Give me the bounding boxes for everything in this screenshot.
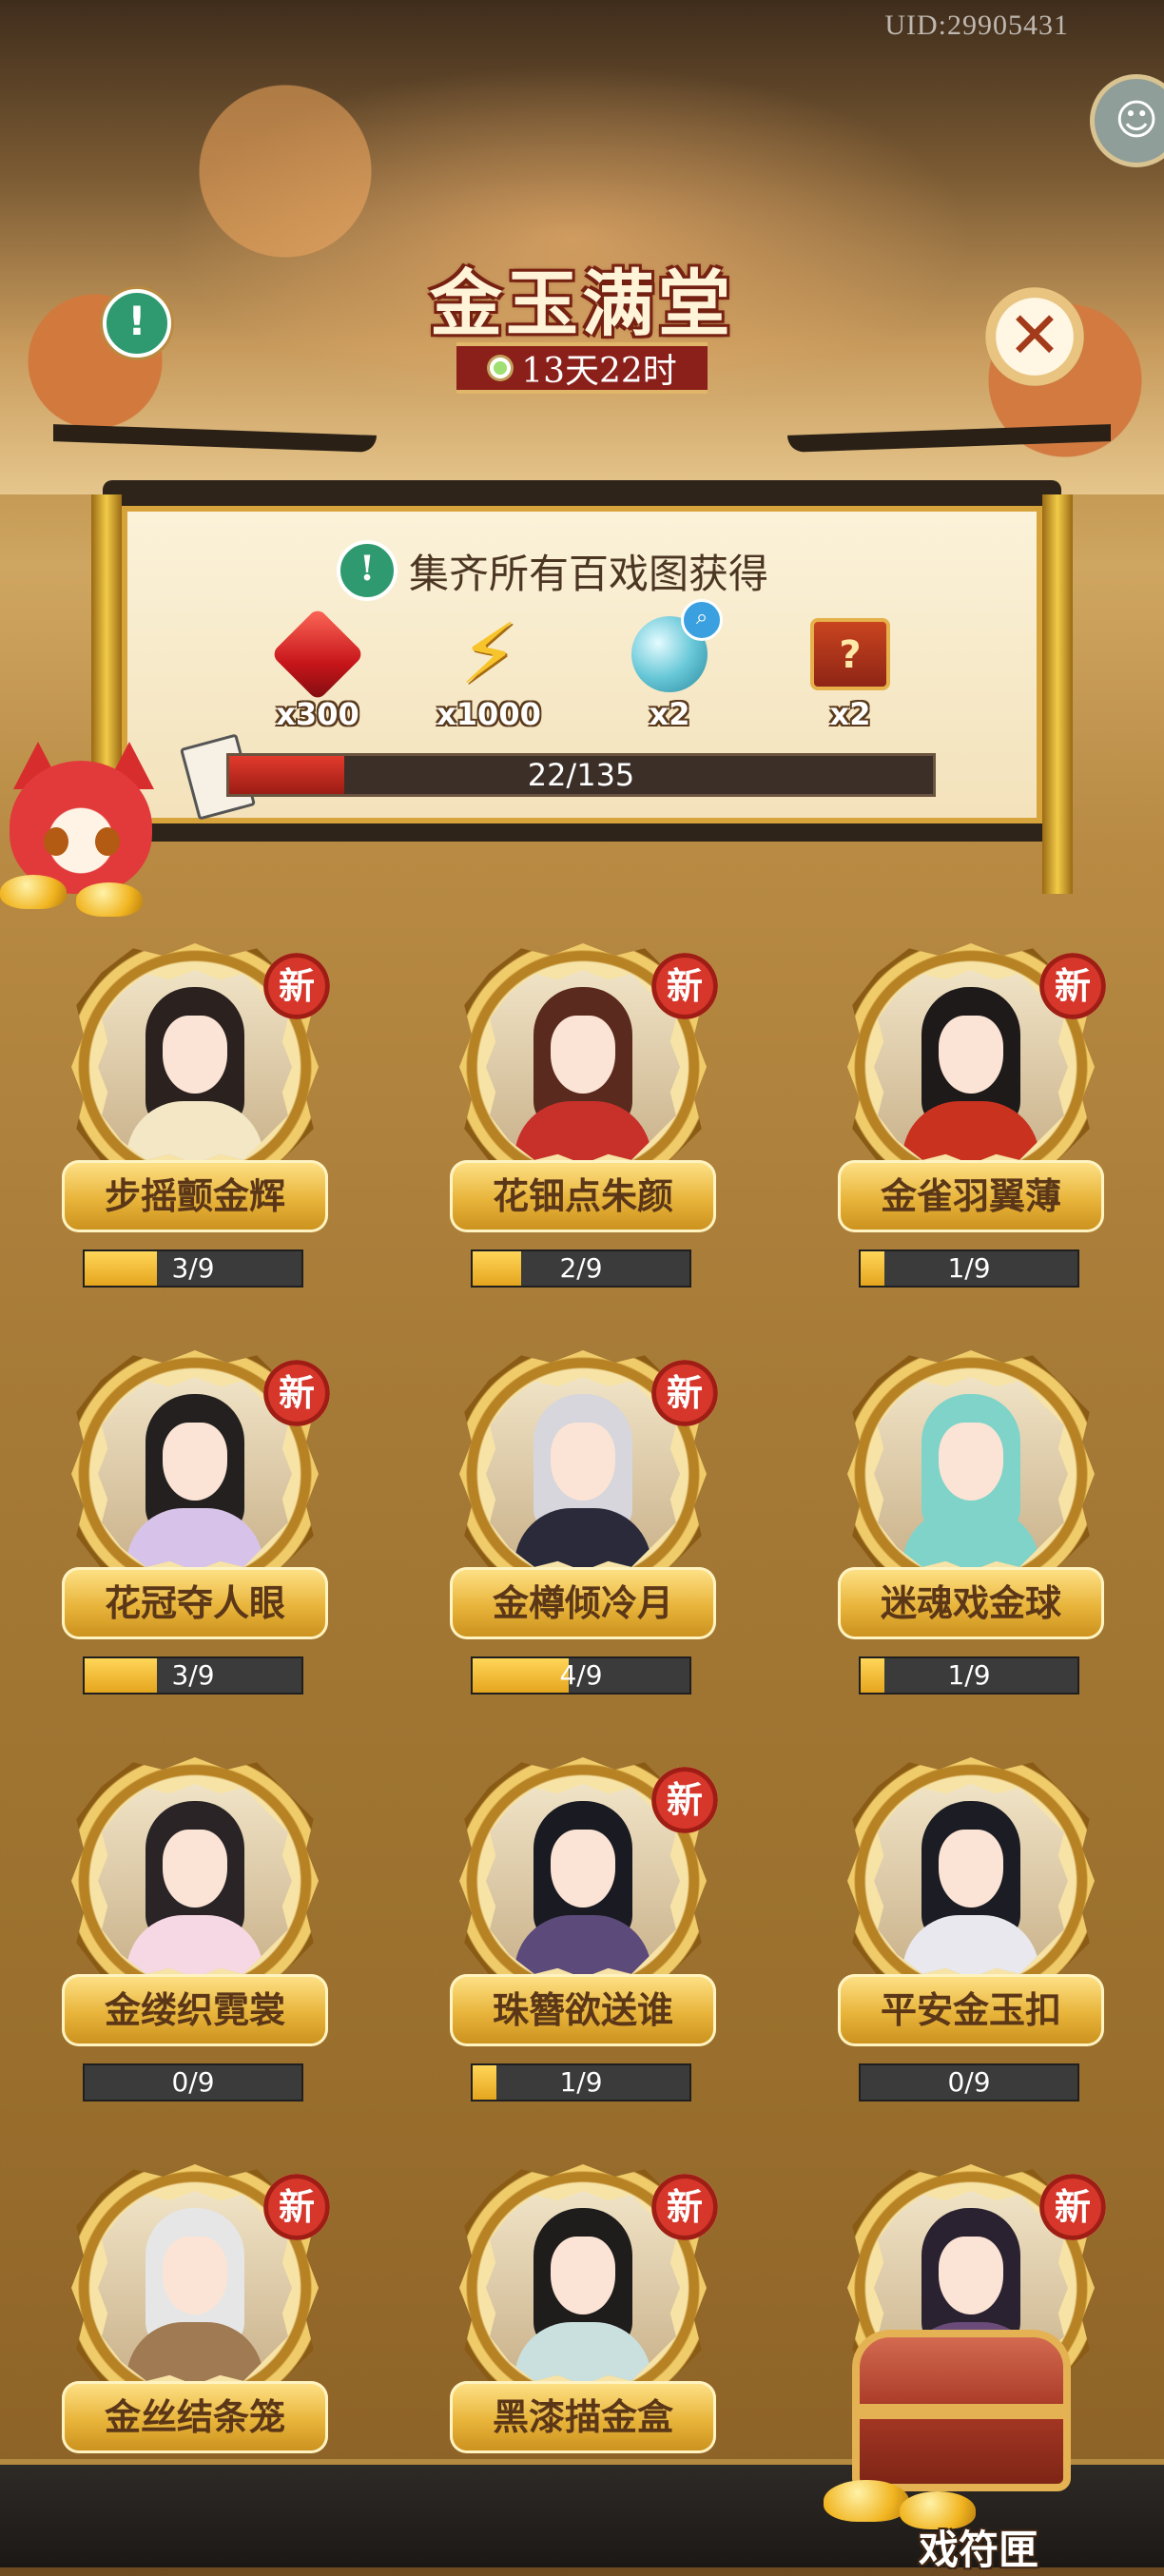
fox-mascot: [0, 742, 190, 917]
collection-progress-text: 22/135: [527, 757, 635, 793]
card-progress-text: 0/9: [171, 2066, 215, 2098]
mystery-chest-icon: ?: [810, 618, 890, 690]
mascot-eye: [44, 827, 68, 856]
event-title-banner: 金玉满堂 13天22时: [409, 245, 755, 474]
close-button[interactable]: ✕: [985, 287, 1084, 386]
reward-qty: x300: [276, 696, 359, 732]
card-name-plate: 黑漆描金盒: [450, 2381, 716, 2453]
character-portrait: [98, 1377, 292, 1571]
card-name-plate: 金丝结条笼: [62, 2381, 328, 2453]
reward-item[interactable]: ⌕ x2: [603, 599, 736, 732]
card-name-plate: 金缕织霓裳: [62, 1974, 328, 2046]
opera-token-chest-button[interactable]: 戏符匣: [824, 2320, 1128, 2573]
new-badge: 新: [263, 1360, 330, 1426]
reward-info-icon[interactable]: !: [337, 540, 398, 601]
new-badge: 新: [651, 1767, 718, 1833]
gold-ingot-icon: [0, 875, 67, 909]
character-portrait: [874, 1784, 1068, 1978]
card-name-plate: 迷魂戏金球: [838, 1567, 1104, 1639]
lightning-bolt-icon: ⚡: [459, 605, 518, 703]
reward-panel: ! 集齐所有百戏图获得 x300 ⚡ x1000 ⌕ x2 ? x2 22/13…: [122, 506, 1042, 823]
timer-text: 13天22时: [521, 352, 677, 391]
character-portrait: [486, 2191, 680, 2385]
card-progress-text: 1/9: [559, 2066, 603, 2098]
collection-card[interactable]: 新花冠夺人眼 3/9: [52, 1350, 338, 1731]
clock-icon: [487, 355, 514, 381]
card-name-plate: 平安金玉扣: [838, 1974, 1104, 2046]
reward-qty: x2: [649, 696, 690, 732]
card-progress-bar: 3/9: [83, 1656, 303, 1695]
card-progress-bar: 3/9: [83, 1249, 303, 1288]
new-badge: 新: [263, 2174, 330, 2240]
card-name-plate: 珠簪欲送谁: [450, 1974, 716, 2046]
crystal-orb-icon: ⌕: [631, 599, 723, 692]
reward-item[interactable]: x300: [251, 607, 384, 732]
new-badge: 新: [651, 1360, 718, 1426]
card-name-plate: 花钿点朱颜: [450, 1160, 716, 1232]
collection-card[interactable]: 新金樽倾冷月 4/9: [440, 1350, 726, 1731]
card-name-plate: 步摇颤金辉: [62, 1160, 328, 1232]
collection-card[interactable]: 新步摇颤金辉 3/9: [52, 943, 338, 1324]
character-portrait: [98, 2191, 292, 2385]
card-progress-bar: 0/9: [83, 2063, 303, 2101]
card-name-plate: 金樽倾冷月: [450, 1567, 716, 1639]
character-portrait: [486, 1377, 680, 1571]
card-progress-bar: 1/9: [859, 1249, 1079, 1288]
card-progress-bar: 0/9: [859, 2063, 1079, 2101]
uid-label: UID:29905431: [884, 10, 1069, 41]
mascot-eye: [95, 827, 120, 856]
new-badge: 新: [651, 953, 718, 1019]
collection-card[interactable]: 迷魂戏金球 1/9: [828, 1350, 1114, 1731]
chest-band: [860, 2404, 1063, 2419]
character-portrait: [486, 1784, 680, 1978]
character-portrait: [486, 970, 680, 1164]
card-progress-text: 3/9: [171, 1252, 215, 1284]
collection-progress-bar: 22/135: [226, 753, 936, 797]
event-title: 金玉满堂: [430, 261, 734, 346]
card-progress-text: 1/9: [947, 1659, 991, 1691]
new-badge: 新: [263, 953, 330, 1019]
collection-card[interactable]: 新花钿点朱颜 2/9: [440, 943, 726, 1324]
gold-ingot-icon: [824, 2480, 909, 2522]
card-progress-text: 0/9: [947, 2066, 991, 2098]
reward-panel-header: ! 集齐所有百戏图获得: [337, 540, 768, 601]
ruby-gem-icon: [270, 607, 365, 702]
treasure-chest-icon: [852, 2330, 1071, 2491]
card-progress-text: 3/9: [171, 1659, 215, 1691]
collection-card[interactable]: 新金雀羽翼薄 1/9: [828, 943, 1114, 1324]
card-progress-text: 4/9: [559, 1659, 603, 1691]
reward-qty: x2: [829, 696, 871, 732]
collection-card[interactable]: 金缕织霓裳 0/9: [52, 1757, 338, 2138]
gold-ingot-icon: [76, 882, 143, 917]
collection-card[interactable]: 平安金玉扣 0/9: [828, 1757, 1114, 2138]
card-progress-bar: 4/9: [471, 1656, 691, 1695]
card-progress-bar: 2/9: [471, 1249, 691, 1288]
card-progress-bar: 1/9: [471, 2063, 691, 2101]
collection-card[interactable]: 新珠簪欲送谁 1/9: [440, 1757, 726, 2138]
card-progress-text: 2/9: [559, 1252, 603, 1284]
reward-panel-title: 集齐所有百戏图获得: [409, 550, 769, 597]
character-portrait: [98, 1784, 292, 1978]
character-portrait: [874, 1377, 1068, 1571]
event-info-button[interactable]: !: [103, 289, 171, 358]
card-name-plate: 花冠夺人眼: [62, 1567, 328, 1639]
reward-item[interactable]: ⚡ x1000: [422, 605, 555, 733]
new-badge: 新: [651, 2174, 718, 2240]
card-progress-bar: 1/9: [859, 1656, 1079, 1695]
character-portrait: [874, 970, 1068, 1164]
mascot-face: [10, 761, 152, 894]
reward-item[interactable]: ? x2: [784, 607, 917, 732]
card-name-plate: 金雀羽翼薄: [838, 1160, 1104, 1232]
new-badge: 新: [1039, 953, 1106, 1019]
new-badge: 新: [1039, 2174, 1106, 2240]
character-portrait: [98, 970, 292, 1164]
event-timer: 13天22时: [456, 342, 708, 394]
pillar-right: [1042, 494, 1073, 894]
card-progress-text: 1/9: [947, 1252, 991, 1284]
magnifier-icon: ⌕: [681, 599, 723, 641]
reward-qty: x1000: [436, 696, 541, 732]
